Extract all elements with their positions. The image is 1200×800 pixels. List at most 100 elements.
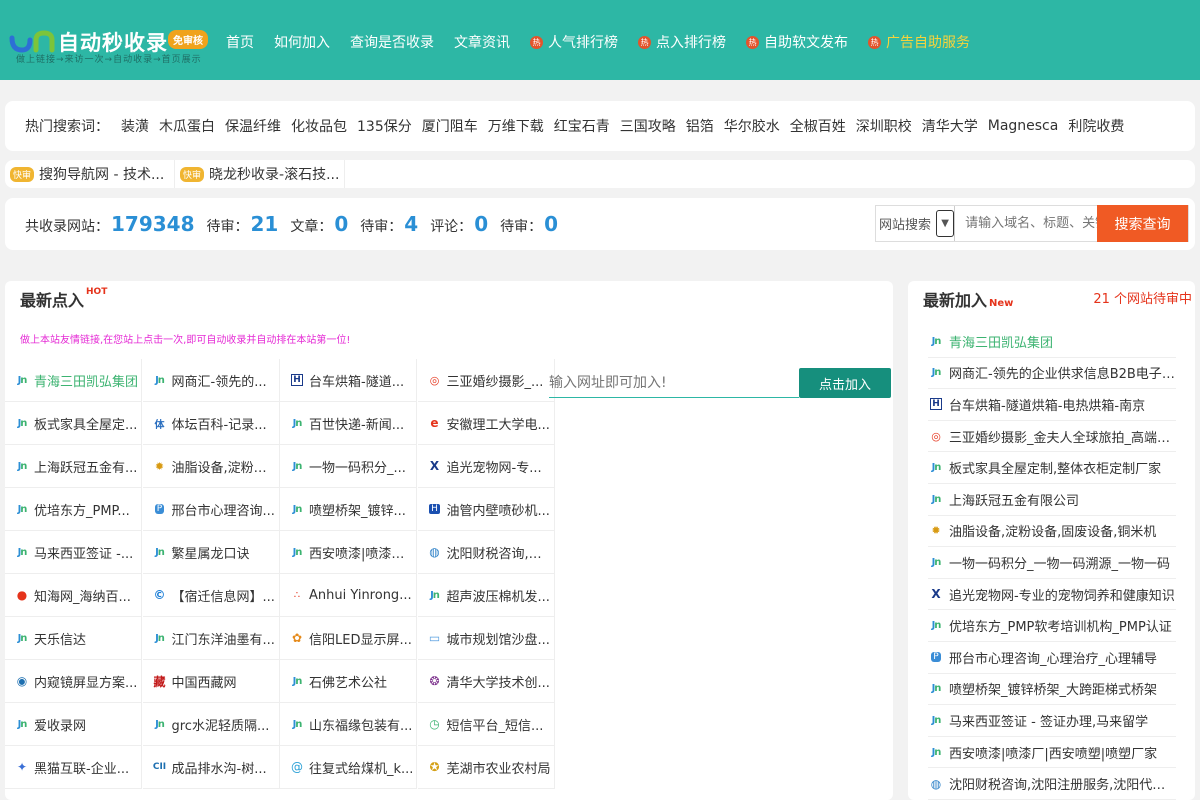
site-label: 天乐信达 <box>34 632 87 648</box>
p-logo-icon: P <box>931 652 941 663</box>
latest-add-site[interactable]: Jn 优培东方_PMP软考培训机构_PMP认证 <box>928 610 1176 642</box>
latest-in-site[interactable]: Jn 上海跃冠五金有... <box>5 445 142 488</box>
site-label: 喷塑桥架_镀锌... <box>309 503 406 519</box>
latest-add-site[interactable]: Jn 网商汇-领先的企业供求信息B2B电子商务平台 <box>928 358 1176 390</box>
latest-add-site[interactable]: Jn 西安喷漆|喷漆厂|西安喷塑|喷塑厂家 <box>928 737 1176 769</box>
latest-in-site[interactable]: ● 知海网_海纳百... <box>5 574 142 617</box>
search-type-select[interactable]: 网站搜索 ▼ <box>876 206 956 241</box>
quick-site-item[interactable]: 快审 搜狗导航网 - 技术... <box>5 160 175 188</box>
nav-item-5[interactable]: 热点入排行榜 <box>638 32 726 52</box>
hot-search-term[interactable]: 三国攻略 <box>620 116 676 136</box>
latest-add-site[interactable]: ◍ 沈阳财税咨询,沈阳注册服务,沈阳代理记账 <box>928 768 1176 800</box>
latest-in-site[interactable]: Jn 山东福缘包装有... <box>280 703 417 746</box>
hot-search-term[interactable]: 华尔胶水 <box>724 116 780 136</box>
pending-sites-link[interactable]: 21 个网站待审中 <box>1093 288 1192 307</box>
hot-search-term[interactable]: 铝箔 <box>686 116 714 136</box>
latest-in-site[interactable]: Jn 繁星属龙口诀 <box>142 531 280 574</box>
latest-in-site[interactable]: Jn 石佛艺术公社 <box>280 660 417 703</box>
pending-count: 21 <box>250 212 279 236</box>
latest-in-site[interactable]: © 【宿迁信息网】... <box>142 574 280 617</box>
quick-site-item[interactable]: 快审 晓龙秒收录-滚石技... <box>175 160 345 188</box>
chevron-down-icon[interactable]: ▼ <box>936 210 955 237</box>
nav-item-4[interactable]: 热人气排行榜 <box>530 32 618 52</box>
latest-in-site[interactable]: Jn 超声波压棉机发... <box>417 574 555 617</box>
quick-site-label: 搜狗导航网 - 技术... <box>39 167 165 183</box>
hot-search-term[interactable]: 红宝石青 <box>554 116 610 136</box>
latest-add-site[interactable]: Jn 马来西亚签证 - 签证办理,马来留学 <box>928 705 1176 737</box>
latest-in-site[interactable]: X 追光宠物网-专... <box>417 445 555 488</box>
hot-search-term[interactable]: 万维下载 <box>488 116 544 136</box>
latest-in-site[interactable]: ◎ 三亚婚纱摄影_... <box>417 359 555 402</box>
site-logo[interactable]: 自动秒收录 免审核 做上链接→来访一次→自动收录→首页展示 <box>8 18 214 68</box>
nav-item-3[interactable]: 文章资讯 <box>454 32 510 52</box>
hot-search-term[interactable]: 利院收费 <box>1068 116 1124 136</box>
latest-in-site[interactable]: Jn 网商汇-领先的... <box>142 359 280 402</box>
latest-in-site[interactable]: CII 成品排水沟-树... <box>142 746 280 789</box>
latest-in-site[interactable]: ✪ 芜湖市农业农村局 <box>417 746 555 789</box>
hot-search-term[interactable]: Magnesca <box>988 118 1059 134</box>
search-input[interactable] <box>955 206 1098 241</box>
hot-search-term[interactable]: 化妆品包 <box>291 116 347 136</box>
nav-item-0[interactable]: 首页 <box>226 32 254 52</box>
latest-in-site[interactable]: ✦ 黑猫互联-企业... <box>5 746 142 789</box>
hot-search-term[interactable]: 装潢 <box>121 116 149 136</box>
hot-search-term[interactable]: 厦门阻车 <box>422 116 478 136</box>
nav-item-7[interactable]: 热广告自助服务 <box>868 32 970 52</box>
hot-search-term[interactable]: 木瓜蛋白 <box>159 116 215 136</box>
latest-add-site[interactable]: H 台车烘箱-隧道烘箱-电热烘箱-南京 <box>928 389 1176 421</box>
latest-in-site[interactable]: ◷ 短信平台_短信... <box>417 703 555 746</box>
hot-search-term[interactable]: 保温纤维 <box>225 116 281 136</box>
latest-add-site[interactable]: X 追光宠物网-专业的宠物饲养和健康知识 <box>928 579 1176 611</box>
latest-in-site[interactable]: Jn 马来西亚签证 -... <box>5 531 142 574</box>
latest-in-site[interactable]: Jn 青海三田凯弘集团 <box>5 359 142 402</box>
jn-site-icon: Jn <box>931 746 942 758</box>
latest-in-site[interactable]: e 安徽理工大学电... <box>417 402 555 445</box>
jn-site-icon: Jn <box>17 374 28 386</box>
latest-in-site[interactable]: Jn 爱收录网 <box>5 703 142 746</box>
latest-in-site[interactable]: Jn 优培东方_PMP... <box>5 488 142 531</box>
latest-in-site[interactable]: ❂ 清华大学技术创... <box>417 660 555 703</box>
latest-in-site[interactable]: Jn 板式家具全屋定... <box>5 402 142 445</box>
site-label: 板式家具全屋定... <box>34 417 138 433</box>
latest-in-site[interactable]: ✿ 信阳LED显示屏... <box>280 617 417 660</box>
latest-in-site[interactable]: Jn 江门东洋油墨有... <box>142 617 280 660</box>
latest-in-site[interactable]: Jn 西安喷漆|喷漆厂... <box>280 531 417 574</box>
nav-item-1[interactable]: 如何加入 <box>274 32 330 52</box>
jn-site-icon: Jn <box>931 620 942 632</box>
nav-item-2[interactable]: 查询是否收录 <box>350 32 434 52</box>
latest-add-site[interactable]: Jn 青海三田凯弘集团 <box>928 326 1176 358</box>
latest-add-site[interactable]: Jn 板式家具全屋定制,整体衣柜定制厂家 <box>928 452 1176 484</box>
latest-in-site[interactable]: P 邢台市心理咨询... <box>142 488 280 531</box>
latest-in-site[interactable]: ∴ Anhui Yinrong... <box>280 574 417 617</box>
hot-search-term[interactable]: 清华大学 <box>922 116 978 136</box>
jn-site-icon: Jn <box>292 460 303 472</box>
add-site-button[interactable]: 点击加入 <box>799 368 891 398</box>
latest-add-site[interactable]: ✹ 油脂设备,淀粉设备,固废设备,铜米机 <box>928 516 1176 548</box>
jn-site-icon: Jn <box>17 632 28 644</box>
latest-add-site[interactable]: P 邢台市心理咨询_心理治疗_心理辅导 <box>928 642 1176 674</box>
latest-in-site[interactable]: Jn 百世快递-新闻... <box>280 402 417 445</box>
latest-in-site[interactable]: ◍ 沈阳财税咨询,沈... <box>417 531 555 574</box>
latest-in-site[interactable]: 藏中国西藏网 <box>142 660 280 703</box>
hot-search-term[interactable]: 全椒百姓 <box>790 116 846 136</box>
latest-in-site[interactable]: Jn grc水泥轻质隔... <box>142 703 280 746</box>
latest-add-site[interactable]: ◎ 三亚婚纱摄影_金夫人全球旅拍_高端定制 <box>928 421 1176 453</box>
hot-search-term[interactable]: 深圳职校 <box>856 116 912 136</box>
latest-in-site[interactable]: H 台车烘箱-隧道... <box>280 359 417 402</box>
add-url-input[interactable] <box>549 368 799 398</box>
latest-add-site[interactable]: Jn 上海跃冠五金有限公司 <box>928 484 1176 516</box>
latest-in-site[interactable]: Jn 天乐信达 <box>5 617 142 660</box>
latest-add-site[interactable]: Jn 喷塑桥架_镀锌桥架_大跨距梯式桥架 <box>928 674 1176 706</box>
latest-in-site[interactable]: 体体坛百科-记录... <box>142 402 280 445</box>
latest-in-site[interactable]: ◉ 内窥镜屏显方案... <box>5 660 142 703</box>
latest-add-site[interactable]: Jn 一物一码积分_一物一码溯源_一物一码 <box>928 547 1176 579</box>
latest-in-site[interactable]: ▭ 城市规划馆沙盘... <box>417 617 555 660</box>
latest-in-site[interactable]: @ 往复式给煤机_k... <box>280 746 417 789</box>
latest-in-site[interactable]: Jn 一物一码积分_... <box>280 445 417 488</box>
latest-in-site[interactable]: ✹ 油脂设备,淀粉设... <box>142 445 280 488</box>
search-button[interactable]: 搜索查询 <box>1097 205 1188 242</box>
nav-item-6[interactable]: 热自助软文发布 <box>746 32 848 52</box>
latest-in-site[interactable]: Jn 喷塑桥架_镀锌... <box>280 488 417 531</box>
hot-search-term[interactable]: 135保分 <box>357 116 412 136</box>
latest-in-site[interactable]: H 油管内壁喷砂机... <box>417 488 555 531</box>
